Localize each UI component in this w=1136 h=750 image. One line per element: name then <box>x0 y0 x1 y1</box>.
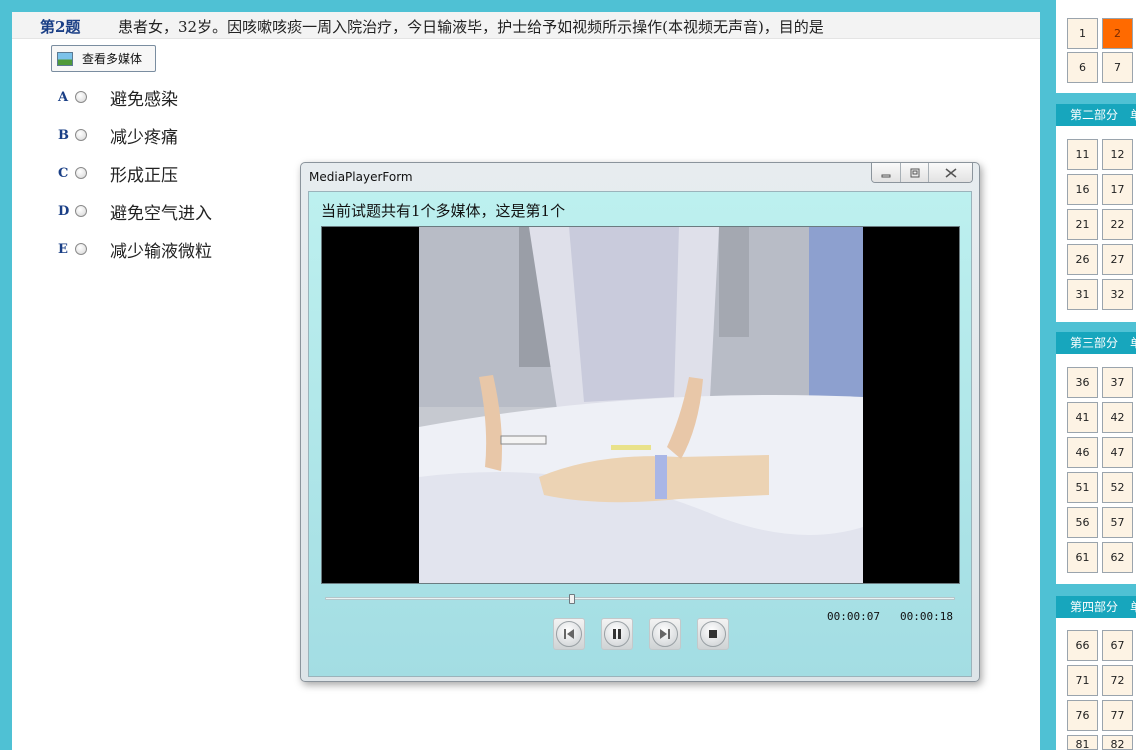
view-media-button-label: 查看多媒体 <box>82 52 143 66</box>
stop-icon <box>700 621 726 647</box>
question-nav-button[interactable]: 82 <box>1102 735 1133 750</box>
question-nav-button[interactable]: 31 <box>1067 279 1098 310</box>
question-nav-button[interactable]: 72 <box>1102 665 1133 696</box>
media-count-text: 当前试题共有1个多媒体，这是第1个 <box>321 202 566 220</box>
option-b[interactable]: B 减少疼痛 <box>58 124 178 148</box>
question-row: 第2题 患者女，32岁。因咳嗽咳痰一周入院治疗，今日输液毕，护士给予如视频所示操… <box>12 12 1040 39</box>
question-nav-button[interactable]: 81 <box>1067 735 1098 750</box>
question-nav-button[interactable]: 42 <box>1102 402 1133 433</box>
question-nav-button-active[interactable]: 2 <box>1102 18 1133 49</box>
question-nav-button[interactable]: 22 <box>1102 209 1133 240</box>
question-nav-button[interactable]: 51 <box>1067 472 1098 503</box>
image-icon <box>57 51 73 66</box>
pause-button[interactable] <box>601 618 633 650</box>
option-letter: A <box>58 89 69 105</box>
question-nav-button[interactable]: 32 <box>1102 279 1133 310</box>
top-strip <box>12 0 1040 12</box>
player-client-area: 当前试题共有1个多媒体，这是第1个 00:00:07 00:00:18 <box>308 191 972 677</box>
question-nav-button[interactable]: 17 <box>1102 174 1133 205</box>
question-number: 第2题 <box>40 18 81 36</box>
previous-button[interactable] <box>553 618 585 650</box>
option-letter: C <box>58 165 69 181</box>
window-title: MediaPlayerForm <box>309 170 413 184</box>
seek-bar[interactable] <box>325 594 955 604</box>
next-button[interactable] <box>649 618 681 650</box>
question-text: 患者女，32岁。因咳嗽咳痰一周入院治疗，今日输液毕，护士给予如视频所示操作(本视… <box>118 18 824 36</box>
video-frame <box>419 227 863 583</box>
option-letter: B <box>58 127 69 143</box>
media-player-window: MediaPlayerForm 当前试题共有1个多媒体，这是第1个 00:00:… <box>300 162 980 682</box>
option-radio[interactable] <box>75 91 87 103</box>
question-nav-button[interactable]: 26 <box>1067 244 1098 275</box>
pause-icon <box>604 621 630 647</box>
question-nav-button[interactable]: 1 <box>1067 18 1098 49</box>
current-time: 00:00:07 <box>827 610 880 623</box>
question-nav-button[interactable]: 57 <box>1102 507 1133 538</box>
question-nav-button[interactable]: 16 <box>1067 174 1098 205</box>
question-nav-button[interactable]: 77 <box>1102 700 1133 731</box>
option-d[interactable]: D 避免空气进入 <box>58 200 212 224</box>
minimize-button[interactable] <box>872 163 900 182</box>
question-nav-button[interactable]: 67 <box>1102 630 1133 661</box>
question-nav-button[interactable]: 52 <box>1102 472 1133 503</box>
question-nav-button[interactable]: 7 <box>1102 52 1133 83</box>
close-icon <box>945 167 956 178</box>
close-button[interactable] <box>928 163 972 182</box>
video-display[interactable] <box>321 226 960 584</box>
option-text: 减少疼痛 <box>110 127 178 148</box>
seek-thumb[interactable] <box>568 594 575 604</box>
video-still-illustration <box>419 227 863 583</box>
option-letter: D <box>58 203 70 219</box>
question-nav-button[interactable]: 11 <box>1067 139 1098 170</box>
question-nav-button[interactable]: 27 <box>1102 244 1133 275</box>
question-nav-button[interactable]: 62 <box>1102 542 1133 573</box>
window-controls <box>871 163 973 183</box>
minimize-icon <box>881 174 891 177</box>
question-nav-button[interactable]: 47 <box>1102 437 1133 468</box>
option-text: 形成正压 <box>110 165 178 186</box>
question-nav-button[interactable]: 76 <box>1067 700 1098 731</box>
view-media-button[interactable]: 查看多媒体 <box>51 45 156 72</box>
stop-button[interactable] <box>697 618 729 650</box>
question-nav-button[interactable]: 46 <box>1067 437 1098 468</box>
option-radio[interactable] <box>75 205 87 217</box>
option-text: 减少输液微粒 <box>110 241 212 262</box>
option-radio[interactable] <box>75 167 87 179</box>
restore-icon <box>910 168 919 177</box>
question-nav-button[interactable]: 6 <box>1067 52 1098 83</box>
previous-icon <box>556 621 582 647</box>
question-nav-button[interactable]: 37 <box>1102 367 1133 398</box>
question-nav-button[interactable]: 12 <box>1102 139 1133 170</box>
option-letter: E <box>58 241 68 257</box>
question-nav-button[interactable]: 71 <box>1067 665 1098 696</box>
question-nav-button[interactable]: 21 <box>1067 209 1098 240</box>
option-text: 避免感染 <box>110 89 178 110</box>
nav-section-header: 第二部分 单 <box>1056 104 1136 126</box>
nav-section-header: 第四部分 单 <box>1056 596 1136 618</box>
total-time: 00:00:18 <box>900 610 953 623</box>
question-nav-button[interactable]: 66 <box>1067 630 1098 661</box>
option-c[interactable]: C 形成正压 <box>58 162 178 186</box>
question-nav-button[interactable]: 36 <box>1067 367 1098 398</box>
option-radio[interactable] <box>75 129 87 141</box>
option-radio[interactable] <box>75 243 87 255</box>
option-e[interactable]: E 减少输液微粒 <box>58 238 212 262</box>
question-nav-button[interactable]: 41 <box>1067 402 1098 433</box>
next-icon <box>652 621 678 647</box>
option-text: 避免空气进入 <box>110 203 212 224</box>
option-a[interactable]: A 避免感染 <box>58 86 178 110</box>
question-nav-button[interactable]: 61 <box>1067 542 1098 573</box>
question-nav-button[interactable]: 56 <box>1067 507 1098 538</box>
restore-button[interactable] <box>900 163 928 182</box>
nav-section-header: 第三部分 单 <box>1056 332 1136 354</box>
